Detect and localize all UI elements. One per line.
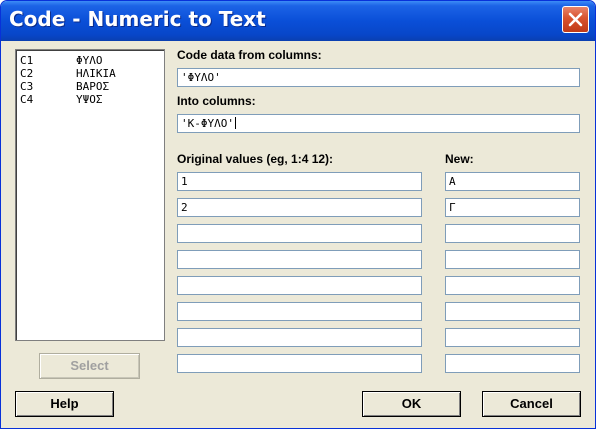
into-columns-label: Into columns: [177,94,256,108]
text-caret [234,117,236,129]
new-value-field[interactable] [445,224,580,243]
select-button[interactable]: Select [39,353,140,379]
help-button[interactable]: Help [15,391,114,417]
original-value-field[interactable] [177,354,422,373]
title-bar: Code - Numeric to Text [1,1,595,41]
ok-button[interactable]: OK [362,391,461,417]
new-values-label: New: [445,152,474,166]
column-name: ΒΑΡΟΣ [76,80,110,93]
new-value-field[interactable] [445,354,580,373]
into-columns-value: 'Κ-ΦΥΛΟ' [181,117,234,130]
original-value-field[interactable]: 2 [177,198,422,217]
new-value-field[interactable] [445,302,580,321]
cancel-button[interactable]: Cancel [482,391,581,417]
original-value-field[interactable] [177,328,422,347]
new-value-field[interactable]: Α [445,172,580,191]
window-title: Code - Numeric to Text [9,7,266,31]
column-id: C3 [20,80,34,93]
original-value-field[interactable] [177,276,422,295]
original-values-label: Original values (eg, 1:4 12): [177,152,334,166]
column-name: ΥΨΟΣ [76,93,103,106]
code-from-input[interactable]: 'ΦΥΛΟ' [177,68,580,87]
new-value-field[interactable]: Γ [445,198,580,217]
original-value-field[interactable] [177,250,422,269]
close-icon [568,12,583,27]
new-value-field[interactable] [445,276,580,295]
close-button[interactable] [562,6,589,33]
new-value-field[interactable] [445,328,580,347]
original-value-field[interactable]: 1 [177,172,422,191]
column-name: ΗΛΙΚΙΑ [76,67,116,80]
column-id: C2 [20,67,34,80]
original-value-field[interactable] [177,302,422,321]
columns-listbox[interactable]: C1 ΦΥΛΟ C2 ΗΛΙΚΙΑ C3 ΒΑΡΟΣ C4 ΥΨΟΣ [15,49,165,341]
code-from-label: Code data from columns: [177,48,322,62]
column-id: C1 [20,54,34,67]
column-id: C4 [20,93,34,106]
into-columns-input[interactable]: 'Κ-ΦΥΛΟ' [177,114,580,133]
column-name: ΦΥΛΟ [76,54,103,67]
new-value-field[interactable] [445,250,580,269]
original-value-field[interactable] [177,224,422,243]
dialog-window: Code - Numeric to Text C1 ΦΥΛΟ C2 ΗΛΙΚΙΑ… [0,0,596,429]
